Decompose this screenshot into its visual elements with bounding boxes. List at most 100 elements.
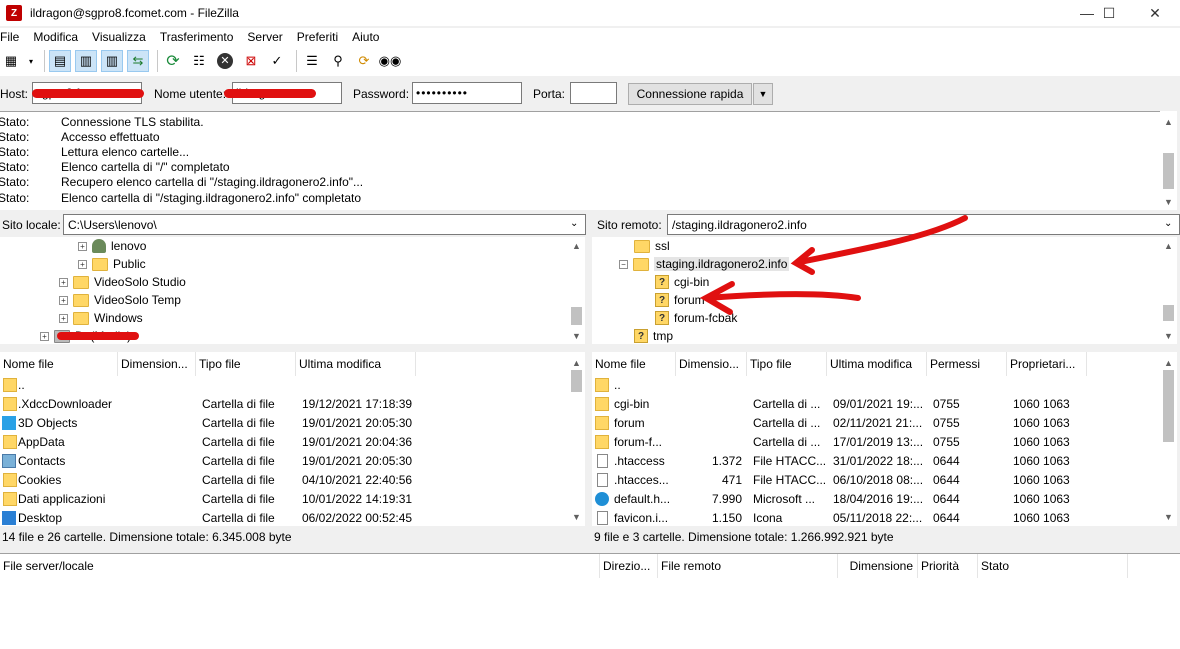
- quickconnect-bar: Host: sgpro8.fcomet.com Nome utente: ild…: [0, 80, 1180, 108]
- sync-browse-icon[interactable]: ⟳: [353, 50, 375, 72]
- table-row[interactable]: Cookies Cartella di file 04/10/2021 22:40:…: [0, 471, 568, 490]
- scroll-up-icon[interactable]: ▲: [1160, 354, 1177, 371]
- table-row[interactable]: ..: [0, 376, 568, 395]
- filter-icon[interactable]: ☰: [301, 50, 323, 72]
- file-type: Cartella di file: [202, 435, 275, 449]
- binoculars-icon[interactable]: ◉◉: [379, 50, 402, 72]
- menu-visualizza[interactable]: Visualizza: [92, 30, 146, 44]
- col-queue-file[interactable]: File server/locale: [0, 554, 600, 578]
- remote-tree-scrollbar[interactable]: ▲ ▼: [1160, 237, 1177, 344]
- col-local-type[interactable]: Tipo file: [196, 352, 296, 376]
- col-queue-size[interactable]: Dimensione: [838, 554, 918, 578]
- tree-item-windows[interactable]: + Windows: [59, 309, 143, 327]
- col-local-modified[interactable]: Ultima modifica: [296, 352, 416, 376]
- file-type: Cartella di file: [202, 416, 275, 430]
- menu-file[interactable]: File: [0, 30, 19, 44]
- scroll-down-icon[interactable]: ▼: [1160, 193, 1177, 210]
- local-list-scrollbar[interactable]: ▲ ▼: [568, 352, 585, 526]
- search-icon[interactable]: ⚲: [327, 50, 349, 72]
- quickconnect-button[interactable]: Connessione rapida: [628, 83, 752, 105]
- scroll-up-icon[interactable]: ▲: [568, 354, 585, 371]
- process-queue-icon[interactable]: ☷: [188, 50, 210, 72]
- file-icon: [597, 511, 608, 525]
- tree-item-forum[interactable]: ? forum: [655, 291, 705, 309]
- scroll-up-icon[interactable]: ▲: [1160, 237, 1177, 254]
- port-input[interactable]: [570, 82, 617, 104]
- log-line: Stato: Accesso effettuato: [0, 129, 1160, 144]
- scroll-up-icon[interactable]: ▲: [568, 237, 585, 254]
- cancel-icon[interactable]: ✕: [214, 50, 236, 72]
- menu-trasferimento[interactable]: Trasferimento: [160, 30, 234, 44]
- menu-server[interactable]: Server: [247, 30, 282, 44]
- col-remote-modified[interactable]: Ultima modifica: [827, 352, 927, 376]
- tree-item-lenovo[interactable]: + lenovo: [78, 237, 146, 255]
- table-row[interactable]: .htaccess 1.372 File HTACC... 31/01/2022 18…: [592, 452, 1160, 471]
- col-queue-priority[interactable]: Priorità: [918, 554, 978, 578]
- col-queue-remote[interactable]: File remoto: [658, 554, 838, 578]
- table-row[interactable]: AppData Cartella di file 19/01/2021 20:04:…: [0, 433, 568, 452]
- tree-item-forum-fcbak[interactable]: ? forum-fcbak: [655, 309, 737, 327]
- col-queue-status[interactable]: Stato: [978, 554, 1128, 578]
- local-path-dropdown-icon[interactable]: ⌄: [570, 218, 578, 229]
- quickconnect-history-dropdown-icon[interactable]: ▼: [753, 83, 773, 105]
- scroll-up-icon[interactable]: ▲: [1160, 113, 1177, 130]
- file-owner: 1060 1063: [1013, 397, 1070, 411]
- col-remote-permissions[interactable]: Permessi: [927, 352, 1007, 376]
- toggle-remote-tree-icon[interactable]: ▥: [101, 50, 123, 72]
- col-local-name[interactable]: Nome file: [0, 352, 118, 376]
- local-tree-scrollbar[interactable]: ▲ ▼: [568, 237, 585, 344]
- table-row[interactable]: default.h... 7.990 Microsoft ... 18/04/2016…: [592, 490, 1160, 509]
- table-row[interactable]: favicon.i... 1.150 Icona 05/11/2018 22:... 0…: [592, 509, 1160, 526]
- user-icon: [92, 239, 106, 253]
- close-icon[interactable]: ✕: [1132, 0, 1178, 26]
- scroll-down-icon[interactable]: ▼: [568, 508, 585, 525]
- tree-item-ssl[interactable]: ssl: [634, 237, 670, 255]
- table-row[interactable]: .htacces... 471 File HTACC... 06/10/2018 08…: [592, 471, 1160, 490]
- toggle-log-icon[interactable]: ▤: [49, 50, 71, 72]
- table-row[interactable]: 3D Objects Cartella di file 19/01/2021 20:…: [0, 414, 568, 433]
- scroll-down-icon[interactable]: ▼: [1160, 508, 1177, 525]
- table-row[interactable]: ..: [592, 376, 1160, 395]
- scroll-down-icon[interactable]: ▼: [1160, 327, 1177, 344]
- col-queue-direction[interactable]: Direzio...: [600, 554, 658, 578]
- site-manager-icon[interactable]: ▦: [0, 50, 22, 72]
- refresh-icon[interactable]: ⟳: [162, 50, 184, 72]
- file-modified: 17/01/2019 13:...: [833, 435, 924, 449]
- scroll-down-icon[interactable]: ▼: [568, 327, 585, 344]
- table-row[interactable]: Contacts Cartella di file 19/01/2021 20:05…: [0, 452, 568, 471]
- col-remote-name[interactable]: Nome file: [592, 352, 676, 376]
- col-remote-type[interactable]: Tipo file: [747, 352, 827, 376]
- col-remote-size[interactable]: Dimensio...: [676, 352, 747, 376]
- tree-item-public[interactable]: + Public: [78, 255, 146, 273]
- table-row[interactable]: .XdccDownloader Cartella di file 19/12/202…: [0, 395, 568, 414]
- table-row[interactable]: cgi-bin Cartella di ... 09/01/2021 19:... 0…: [592, 395, 1160, 414]
- toggle-queue-icon[interactable]: ⇆: [127, 50, 149, 72]
- tree-item-staging[interactable]: − staging.ildragonero2.info: [619, 255, 790, 273]
- table-row[interactable]: forum-f... Cartella di ... 17/01/2019 13:.…: [592, 433, 1160, 452]
- log-text: Accesso effettuato: [61, 129, 160, 144]
- col-remote-owner[interactable]: Proprietari...: [1007, 352, 1087, 376]
- table-row[interactable]: Desktop Cartella di file 06/02/2022 00:52:…: [0, 509, 568, 526]
- table-row[interactable]: forum Cartella di ... 02/11/2021 21:... 075…: [592, 414, 1160, 433]
- file-permissions: 0644: [933, 492, 960, 506]
- maximize-icon[interactable]: ☐: [1086, 0, 1132, 26]
- col-local-size[interactable]: Dimension...: [118, 352, 196, 376]
- tree-item-videosolo-temp[interactable]: + VideoSolo Temp: [59, 291, 181, 309]
- remote-list-scrollbar[interactable]: ▲ ▼: [1160, 352, 1177, 526]
- menu-preferiti[interactable]: Preferiti: [297, 30, 338, 44]
- menu-modifica[interactable]: Modifica: [33, 30, 78, 44]
- tree-item-videosolo-studio[interactable]: + VideoSolo Studio: [59, 273, 186, 291]
- table-row[interactable]: Dati applicazioni Cartella di file 10/01/2…: [0, 490, 568, 509]
- password-input[interactable]: ••••••••••: [412, 82, 522, 104]
- site-manager-dropdown-icon[interactable]: ▾: [26, 50, 36, 72]
- reconnect-icon[interactable]: ✓: [266, 50, 288, 72]
- menu-aiuto[interactable]: Aiuto: [352, 30, 379, 44]
- tree-item-tmp[interactable]: ? tmp: [634, 327, 673, 344]
- toggle-local-tree-icon[interactable]: ▥: [75, 50, 97, 72]
- remote-path-dropdown-icon[interactable]: ⌄: [1164, 218, 1172, 229]
- tree-item-cgi-bin[interactable]: ? cgi-bin: [655, 273, 709, 291]
- disconnect-icon[interactable]: ⊠: [240, 50, 262, 72]
- remote-path-input[interactable]: /staging.ildragonero2.info: [667, 214, 1180, 235]
- local-path-input[interactable]: C:\Users\lenovo\: [63, 214, 586, 235]
- log-scrollbar[interactable]: ▲ ▼: [1160, 111, 1177, 210]
